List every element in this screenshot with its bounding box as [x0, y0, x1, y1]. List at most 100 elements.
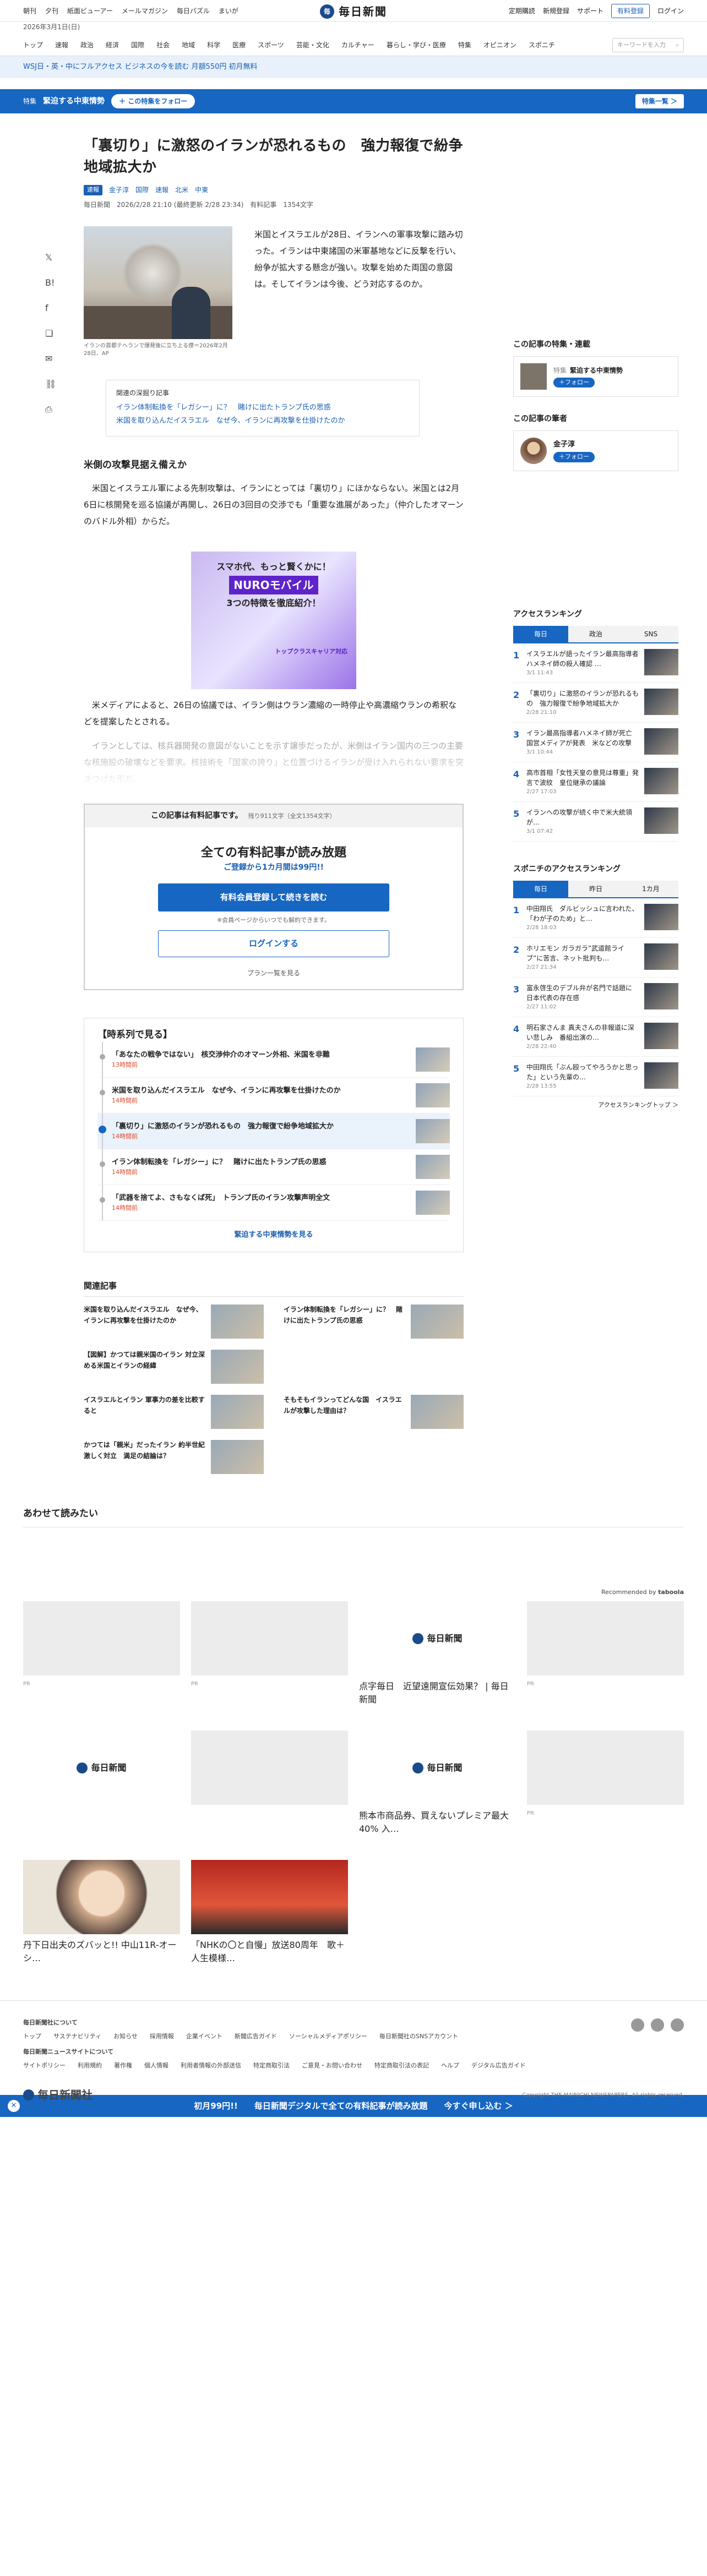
footer-link[interactable]: 利用規約: [78, 2061, 102, 2071]
recommend-card[interactable]: 毎日新聞 熊本市商品券、買えないプレミア最大40% 入…: [359, 1731, 516, 1849]
ranking-item[interactable]: 1 中田翔氏 ダルビッシュに言われた、「わが子のため」と… 2/28 18:03: [513, 898, 678, 938]
login-link[interactable]: ログイン: [657, 6, 684, 16]
link-support[interactable]: サポート: [577, 6, 603, 16]
timeline-item[interactable]: 米国を取り込んだイスラエル なぜ今、イランに再攻撃を仕掛けたのか 14時間前: [97, 1078, 450, 1114]
facebook-share-icon[interactable]: f: [45, 302, 56, 315]
ranking-item[interactable]: 5 中田翔氏「ぶん殴ってやろうかと思った」という先輩の… 2/28 13:55: [513, 1057, 678, 1096]
link-mail[interactable]: メールマガジン: [122, 6, 168, 16]
nav-medical[interactable]: 医療: [232, 40, 246, 50]
recommend-card[interactable]: PR: [191, 1601, 348, 1720]
footer-link[interactable]: 著作権: [114, 2061, 132, 2071]
related-item[interactable]: 【図解】かつては親米国のイラン 対立深める米国とイランの経緯: [84, 1350, 264, 1384]
search-icon[interactable]: ⌕: [676, 41, 679, 50]
nav-life[interactable]: 暮らし・学び・医療: [387, 40, 446, 50]
writer-card[interactable]: 金子淳 ＋フォロー: [513, 430, 678, 471]
recommend-card[interactable]: 「NHKの〇と自慢」放送80周年 歌＋人生模様…: [191, 1860, 348, 1978]
facebook-icon[interactable]: [651, 2018, 664, 2032]
nav-region[interactable]: 地域: [182, 40, 195, 50]
subscribe-button[interactable]: 有料会員登録して続きを読む: [158, 883, 389, 912]
nav-economy[interactable]: 経済: [106, 40, 119, 50]
tab-daily[interactable]: 毎日: [513, 626, 568, 642]
related-deep-link[interactable]: 米国を取り込んだイスラエル なぜ今、イランに再攻撃を仕掛けたのか: [116, 414, 409, 428]
ranking-more-link[interactable]: アクセスランキングトップ ＞: [513, 1101, 678, 1110]
site-logo[interactable]: 毎 毎日新聞: [320, 3, 387, 20]
related-deep-link[interactable]: イラン体制転換を「レガシー」に？ 賭けに出たトランプ氏の思惑: [116, 401, 409, 415]
hatena-share-icon[interactable]: B!: [45, 276, 56, 290]
bookmark-icon[interactable]: ❏: [45, 327, 56, 340]
author-link[interactable]: 金子淳: [109, 185, 129, 195]
tab-month[interactable]: 1カ月: [623, 881, 678, 897]
timeline-item[interactable]: 「武器を捨てよ、さもなくば死」 トランプ氏のイラン攻撃声明全文 14時間前: [97, 1185, 450, 1221]
footer-link[interactable]: サイトポリシー: [23, 2061, 66, 2071]
recommend-card[interactable]: 毎日新聞 点字毎日 近望遠開宣伝効果？ | 毎日新聞: [359, 1601, 516, 1720]
tag-3[interactable]: 中東: [195, 185, 208, 195]
writer-follow-button[interactable]: ＋フォロー: [553, 452, 595, 462]
footer-link[interactable]: ご意見・お問い合わせ: [302, 2061, 362, 2071]
related-item[interactable]: そもそもイランってどんな国 イスラエルが攻撃した理由は？: [284, 1395, 464, 1429]
feature-title[interactable]: 緊迫する中東情勢: [43, 96, 105, 107]
line-icon[interactable]: [671, 2018, 684, 2032]
ranking-item[interactable]: 5 イランへの攻撃が続く中で米大統領が… 3/1 07:42: [513, 802, 678, 842]
recommend-card[interactable]: PR: [527, 1601, 684, 1720]
link-morning[interactable]: 朝刊: [23, 6, 36, 16]
nav-flash[interactable]: 速報: [55, 40, 68, 50]
footer-link[interactable]: 採用情報: [150, 2032, 174, 2042]
feature-list-button[interactable]: 特集一覧 ＞: [635, 94, 684, 108]
recommend-card[interactable]: PR: [527, 1731, 684, 1849]
tab-sns[interactable]: SNS: [623, 626, 678, 642]
nav-culture[interactable]: 芸能・文化: [296, 40, 329, 50]
footer-link[interactable]: 企業イベント: [186, 2032, 222, 2042]
footer-link[interactable]: サステナビリティ: [53, 2032, 101, 2042]
recommend-card[interactable]: 毎日新聞: [23, 1731, 180, 1849]
link-subscribe[interactable]: 定期購読: [509, 6, 535, 16]
ranking-item[interactable]: 3 富永啓生のデブル弁が名門で話題に 日本代表の存在感 2/27 11:02: [513, 978, 678, 1017]
related-item[interactable]: イラン体制転換を「レガシー」に？ 賭けに出たトランプ氏の思惑: [284, 1305, 464, 1339]
nav-politics[interactable]: 政治: [80, 40, 94, 50]
ranking-item[interactable]: 1 イスラエルが語ったイラン最高指導者ハメネイ師の殺人確認 … 3/1 11:43: [513, 643, 678, 683]
link-register[interactable]: 新規登録: [543, 6, 569, 16]
link-viewer[interactable]: 紙面ビューアー: [67, 6, 113, 16]
tab-daily[interactable]: 毎日: [513, 881, 568, 897]
timeline-item-current[interactable]: 「裏切り」に激怒のイランが恐れるもの 強力報復で紛争地域拡大か 14時間前: [97, 1114, 450, 1150]
nav-sponichi[interactable]: スポニチ: [529, 40, 555, 50]
feature-follow-button[interactable]: ＋フォロー: [553, 377, 595, 388]
footer-link[interactable]: ヘルプ: [441, 2061, 459, 2071]
print-icon[interactable]: ⎙: [45, 403, 56, 416]
nav-society[interactable]: 社会: [156, 40, 170, 50]
paid-register-button[interactable]: 有料登録: [611, 3, 650, 18]
nav-world[interactable]: 国際: [131, 40, 144, 50]
link-copy-icon[interactable]: ⛓: [45, 378, 56, 391]
timeline-more-link[interactable]: 緊迫する中東情勢を見る: [97, 1230, 450, 1241]
mail-share-icon[interactable]: ✉: [45, 352, 56, 365]
footer-link[interactable]: お知らせ: [113, 2032, 138, 2042]
timeline-item[interactable]: 「あなたの戦争ではない」 核交渉仲介のオマーン外相、米国を非難 13時間前: [97, 1042, 450, 1078]
footer-link[interactable]: 毎日新聞社のSNSアカウント: [379, 2032, 458, 2042]
ranking-item[interactable]: 4 明石家さんま 真夫さんの非報道に深い悲しみ 番組出演の… 2/28 22:40: [513, 1017, 678, 1057]
related-item[interactable]: 米国を取り込んだイスラエル なぜ今、イランに再攻撃を仕掛けたのか: [84, 1305, 264, 1339]
footer-link[interactable]: トップ: [23, 2032, 41, 2042]
tab-politics[interactable]: 政治: [568, 626, 623, 642]
related-item[interactable]: かつては「親米」だったイラン 約半世紀 激しく対立 満足の結論は？: [84, 1440, 264, 1475]
nav-opinion[interactable]: オピニオン: [483, 40, 516, 50]
plan-list-link[interactable]: プラン一覧を見る: [85, 968, 463, 978]
footer-link[interactable]: 特定商取引法: [253, 2061, 290, 2071]
x-icon[interactable]: [631, 2018, 644, 2032]
footer-logo[interactable]: 毎日新聞社: [23, 2087, 93, 2103]
ranking-item[interactable]: 2 ホリエモン ガラガラ”武道館ライブ”に苦言、ネット批判も… 2/27 21:34: [513, 938, 678, 978]
tag-2[interactable]: 北米: [175, 185, 188, 195]
footer-link[interactable]: 新聞広告ガイド: [235, 2032, 277, 2042]
tag-0[interactable]: 国際: [135, 185, 149, 195]
feature-follow-button[interactable]: ＋ この特集をフォロー: [111, 94, 195, 108]
footer-link[interactable]: デジタル広告ガイド: [471, 2061, 526, 2071]
lead-photo[interactable]: [84, 226, 232, 339]
recommend-card[interactable]: PR: [23, 1601, 180, 1720]
nav-science[interactable]: 科学: [207, 40, 220, 50]
footer-link[interactable]: 利用者情報の外部送信: [181, 2061, 241, 2071]
search-input[interactable]: キーワードを入力 ⌕: [612, 38, 684, 52]
ranking-item[interactable]: 2 「裏切り」に激怒のイランが恐れるもの 強力報復で紛争地域拡大か 2/28 21:…: [513, 683, 678, 723]
promo-bar[interactable]: WSJ日・英・中にフルアクセス ビジネスの今を読む 月額550円 初月無料: [0, 56, 707, 78]
related-item[interactable]: イスラエルとイラン 軍事力の差を比較すると: [84, 1395, 264, 1429]
ranking-item[interactable]: 3 イラン最高指導者ハメネイ師が死亡 国営メディアが発表 米などの攻撃 3/1 10…: [513, 723, 678, 762]
link-puzzle[interactable]: 毎日パズル: [177, 6, 210, 16]
tag-1[interactable]: 速報: [155, 185, 168, 195]
